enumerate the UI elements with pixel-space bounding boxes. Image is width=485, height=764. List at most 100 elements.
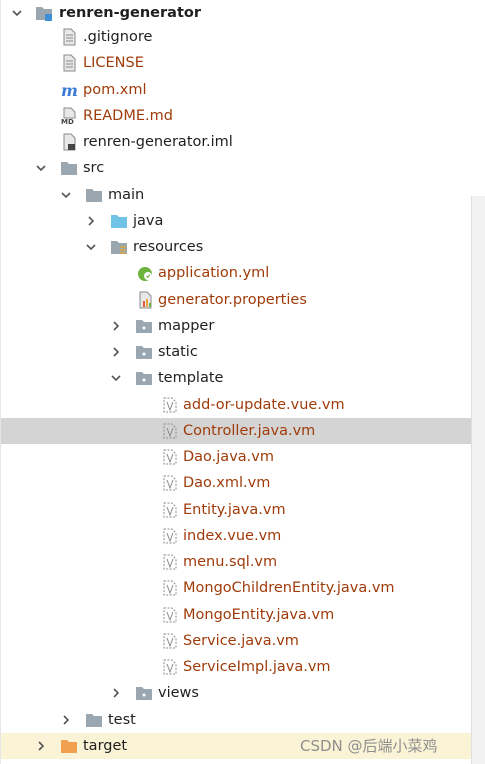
chevron-down-icon[interactable] [35,162,47,174]
tree-label-target: target [83,738,128,754]
tree-label-src: src [83,160,105,176]
tree-label-iml: renren-generator.iml [83,134,233,150]
panel-left-border [0,0,1,764]
tree-label-gitignore: .gitignore [83,29,153,45]
velocity-template-icon [163,449,177,465]
tree-row-license[interactable]: LICENSE [0,50,485,76]
chevron-down-icon[interactable] [110,372,122,384]
module-folder-icon [36,7,52,21]
tree-label-main: main [108,187,145,203]
excluded-folder-icon [61,740,77,753]
tree-row-template[interactable]: template [0,365,485,391]
svg-text:MD: MD [61,118,74,125]
tree-row-views[interactable]: views [0,680,485,706]
chevron-right-icon[interactable] [85,215,97,227]
properties-file-icon [139,291,152,309]
tree-row-java[interactable]: java [0,208,485,234]
tree-row-pom[interactable]: m pom.xml [0,77,485,103]
vertical-scrollbar[interactable] [471,196,485,764]
tree-row-src[interactable]: src [0,155,485,181]
tree-row-template-file[interactable]: Dao.xml.vm [0,470,485,496]
tree-label-template-file: MongoChildrenEntity.java.vm [183,580,395,596]
tree-label-template-file: ServiceImpl.java.vm [183,659,331,675]
tree-row-template-file[interactable]: Dao.java.vm [0,444,485,470]
tree-label-template-file: Entity.java.vm [183,502,286,518]
chevron-right-icon[interactable] [60,714,72,726]
tree-row-root[interactable]: renren-generator [0,0,485,26]
tree-label-template-file: Controller.java.vm [183,423,316,439]
tree-row-static[interactable]: static [0,339,485,365]
tree-row-template-file[interactable]: menu.sql.vm [0,549,485,575]
tree-label-resources: resources [133,239,204,255]
velocity-template-icon [163,502,177,518]
tree-label-pom: pom.xml [83,82,147,98]
velocity-template-icon [163,659,177,675]
tree-row-generator-properties[interactable]: generator.properties [0,287,485,313]
tree-label-template-file: index.vue.vm [183,528,282,544]
tree-label-template: template [158,370,224,386]
tree-row-template-file-selected[interactable]: Controller.java.vm [0,418,485,444]
velocity-template-icon [163,397,177,413]
velocity-template-icon [163,528,177,544]
tree-label-test: test [108,712,136,728]
folder-icon [136,687,152,700]
tree-row-resources[interactable]: resources [0,234,485,260]
velocity-template-icon [163,423,177,439]
resources-folder-icon [111,241,127,254]
iml-file-icon [63,133,76,151]
tree-label-license: LICENSE [83,55,144,71]
velocity-template-icon [163,580,177,596]
tree-label-template-file: add-or-update.vue.vm [183,397,345,413]
watermark: CSDN @后端小菜鸡 [300,737,438,755]
velocity-template-icon [163,633,177,649]
tree-row-test[interactable]: test [0,707,485,733]
tree-label-template-file: Dao.xml.vm [183,475,271,491]
tree-row-application-yml[interactable]: application.yml [0,260,485,286]
tree-row-readme[interactable]: MD README.md [0,103,485,129]
velocity-template-icon [163,607,177,623]
folder-icon [86,189,102,202]
chevron-down-icon[interactable] [85,241,97,253]
chevron-right-icon[interactable] [110,687,122,699]
tree-label-views: views [158,685,199,701]
tree-row-template-file[interactable]: Entity.java.vm [0,497,485,523]
tree-label-java: java [133,213,164,229]
source-folder-icon [111,215,127,228]
tree-row-gitignore[interactable]: .gitignore [0,24,485,50]
tree-row-iml[interactable]: renren-generator.iml [0,129,485,155]
tree-label-template-file: menu.sql.vm [183,554,278,570]
chevron-right-icon[interactable] [110,320,122,332]
markdown-icon: MD [61,107,76,125]
tree-label-root: renren-generator [59,5,201,21]
text-file-icon [63,54,76,72]
project-tree: renren-generator .gitignore LICENSE m po… [0,0,485,764]
tree-row-main[interactable]: main [0,182,485,208]
folder-icon [136,346,152,359]
chevron-down-icon[interactable] [11,7,23,19]
folder-icon [61,162,77,175]
tree-row-mapper[interactable]: mapper [0,313,485,339]
maven-icon: m [61,81,78,99]
folder-icon [86,714,102,727]
chevron-right-icon[interactable] [110,346,122,358]
velocity-template-icon [163,554,177,570]
tree-row-template-file[interactable]: MongoChildrenEntity.java.vm [0,575,485,601]
tree-label-template-file: Dao.java.vm [183,449,274,465]
tree-row-template-file[interactable]: MongoEntity.java.vm [0,602,485,628]
tree-label-generator-properties: generator.properties [158,292,307,308]
spring-config-icon [138,267,152,281]
tree-label-static: static [158,344,198,360]
chevron-right-icon[interactable] [35,740,47,752]
text-file-icon [63,28,76,46]
tree-label-readme: README.md [83,108,173,124]
tree-row-template-file[interactable]: ServiceImpl.java.vm [0,654,485,680]
tree-row-template-file[interactable]: Service.java.vm [0,628,485,654]
tree-row-template-file[interactable]: add-or-update.vue.vm [0,392,485,418]
chevron-down-icon[interactable] [60,189,72,201]
tree-label-template-file: Service.java.vm [183,633,299,649]
folder-icon [136,320,152,333]
tree-row-template-file[interactable]: index.vue.vm [0,523,485,549]
velocity-template-icon [163,475,177,491]
tree-label-application-yml: application.yml [158,265,270,281]
folder-icon [136,372,152,385]
